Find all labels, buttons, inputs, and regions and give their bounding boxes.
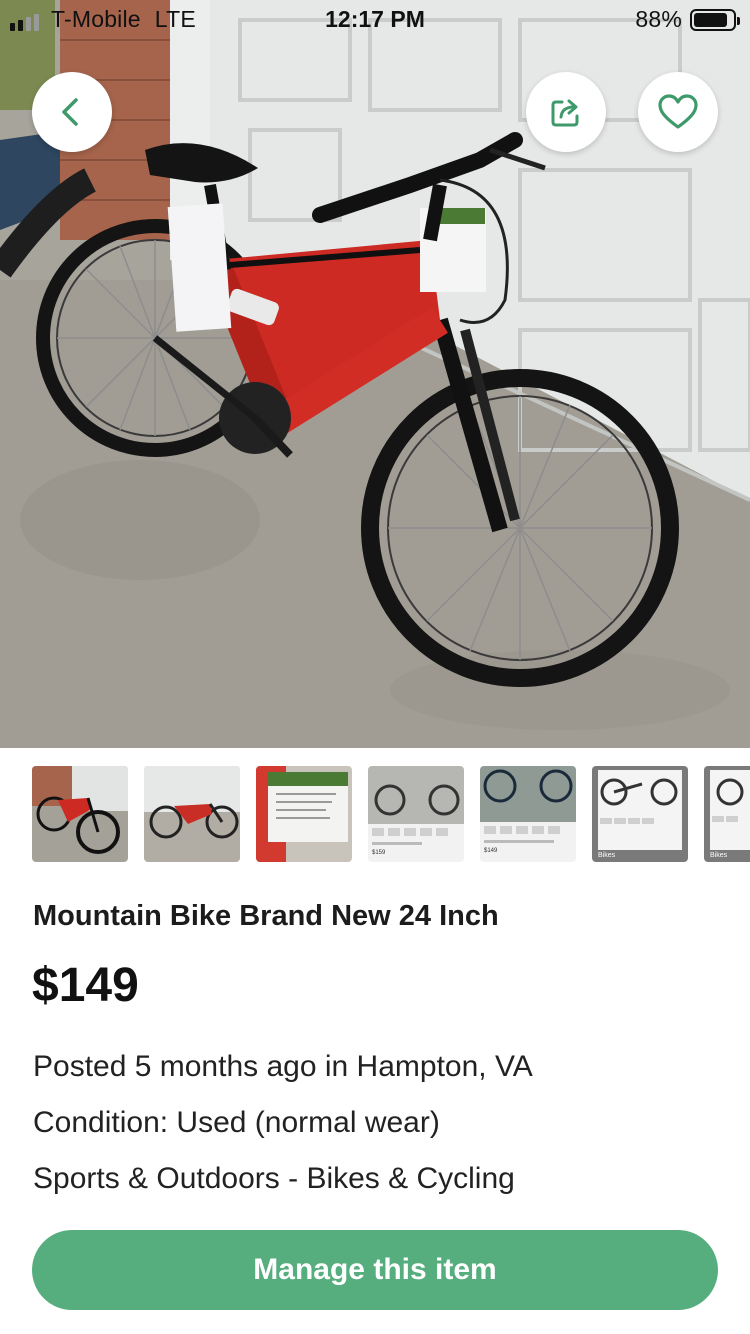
thumbnail-price: $159	[372, 850, 386, 856]
back-button[interactable]	[32, 72, 112, 152]
thumbnail[interactable]	[144, 766, 240, 862]
chevron-left-icon	[62, 98, 78, 126]
manage-item-button[interactable]: Manage this item	[32, 1230, 718, 1310]
thumbnail[interactable]	[32, 766, 128, 862]
battery-percent: 88%	[635, 6, 682, 32]
listing-title: Mountain Bike Brand New 24 Inch	[33, 900, 499, 932]
thumbnail[interactable]: $149	[480, 766, 576, 862]
thumbnail[interactable]: $159	[368, 766, 464, 862]
thumbnail-strip[interactable]: $159 $149 Bikes Bikes	[32, 766, 750, 862]
share-button[interactable]	[526, 72, 606, 152]
battery-level	[694, 12, 728, 27]
thumbnail[interactable]	[256, 766, 352, 862]
thumbnail-caption: Bikes	[710, 852, 728, 859]
posted-info: Posted 5 months ago in Hampton, VA	[33, 1050, 533, 1083]
status-bar: T-Mobile LTE 12:17 PM 88%	[0, 0, 750, 40]
share-icon	[551, 99, 579, 127]
status-right: 88%	[635, 6, 740, 33]
category-link[interactable]: Sports & Outdoors - Bikes & Cycling	[33, 1162, 515, 1196]
favorite-button[interactable]	[638, 72, 718, 152]
thumbnail-caption: Bikes	[598, 852, 616, 859]
battery-icon	[690, 8, 740, 31]
thumbnail[interactable]: Bikes	[704, 766, 750, 862]
condition-info: Condition: Used (normal wear)	[33, 1106, 440, 1139]
thumbnail-price: $149	[484, 848, 498, 854]
listing-price: $149	[32, 959, 139, 1012]
heart-icon	[658, 94, 698, 129]
thumbnail[interactable]: Bikes	[592, 766, 688, 862]
